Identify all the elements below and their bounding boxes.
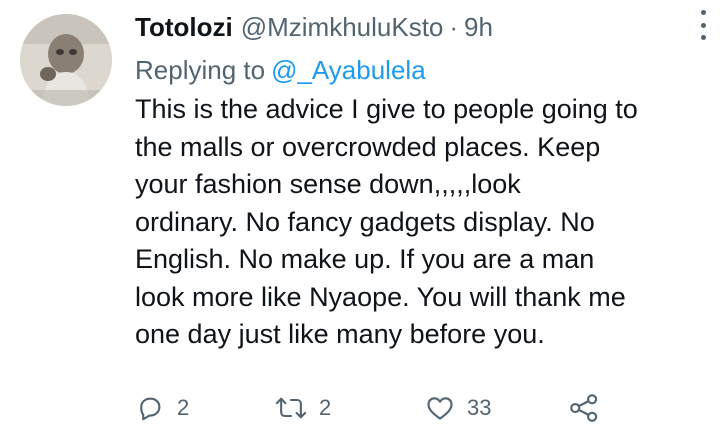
retweet-count: 2	[319, 395, 332, 420]
tweet: Totolozi @MzimkhuluKsto · 9h Replying to…	[0, 0, 720, 448]
separator-dot: ·	[449, 12, 459, 42]
tweet-text-line: English. No make up. If you are a man	[135, 244, 595, 274]
share-icon	[570, 394, 598, 422]
avatar[interactable]	[20, 14, 112, 106]
like-count: 33	[467, 395, 492, 420]
display-name[interactable]: Totolozi	[135, 8, 233, 46]
retweet-button[interactable]: 2	[275, 391, 331, 425]
replying-to-label: Replying to	[135, 55, 266, 85]
retweet-icon	[275, 397, 307, 419]
tweet-header: Totolozi @MzimkhuluKsto · 9h	[135, 8, 705, 46]
avatar-image	[20, 14, 112, 106]
user-handle[interactable]: @MzimkhuluKsto	[241, 8, 444, 46]
tweet-text-line: look more like Nyaope. You will thank me	[135, 281, 626, 312]
tweet-content: Totolozi @MzimkhuluKsto · 9h Replying to…	[135, 8, 705, 354]
reply-count: 2	[177, 395, 190, 420]
tweet-text-line: your fashion sense down,,,,,look	[135, 169, 521, 199]
reply-icon	[140, 397, 161, 421]
replying-to-line: Replying to @_Ayabulela	[135, 53, 705, 87]
tweet-text-line: ordinary. No fancy gadgets display. No	[135, 206, 595, 237]
tweet-text: This is the advice I give to people goin…	[135, 91, 705, 354]
more-vertical-icon[interactable]	[696, 10, 710, 40]
tweet-actions: 2 2 33	[135, 391, 635, 425]
like-button[interactable]: 33	[425, 391, 491, 425]
share-button[interactable]	[567, 391, 601, 425]
tweet-text-line: the malls or overcrowded places. Keep	[135, 131, 601, 162]
tweet-text-line: This is the advice I give to people goin…	[135, 94, 638, 124]
timestamp[interactable]: 9h	[464, 8, 493, 46]
replying-to-handle[interactable]: @_Ayabulela	[271, 55, 426, 85]
reply-button[interactable]: 2	[135, 391, 189, 425]
heart-icon	[427, 397, 453, 420]
tweet-text-line: one day just like many before you.	[135, 319, 545, 349]
